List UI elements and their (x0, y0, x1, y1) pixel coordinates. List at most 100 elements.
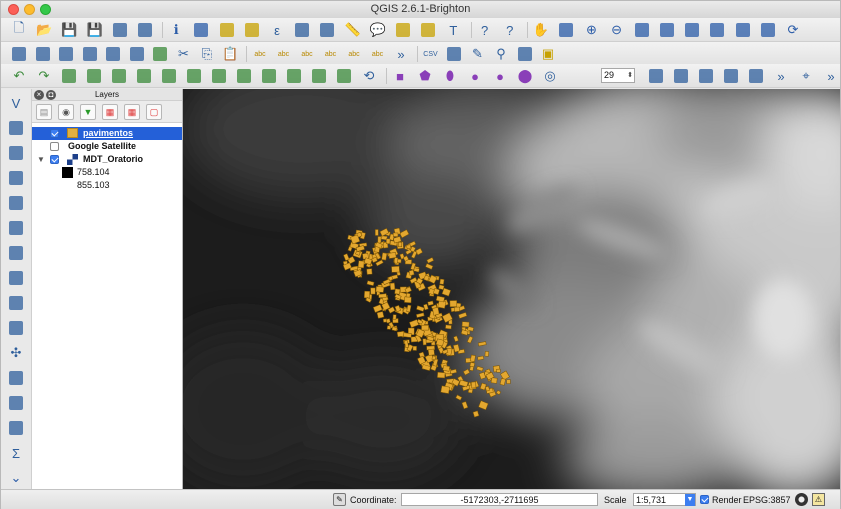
split-parts-icon[interactable] (285, 67, 303, 85)
sticky-note-icon[interactable]: ▣ (539, 45, 557, 63)
move-feature-icon[interactable] (104, 45, 122, 63)
split-features-icon[interactable] (260, 67, 278, 85)
add-postgis-layer-icon[interactable] (7, 144, 25, 162)
vector-digitize-icon[interactable] (7, 394, 25, 412)
zoom-selection-icon[interactable] (683, 21, 701, 39)
add-vertex-icon[interactable] (722, 67, 740, 85)
close-window-button[interactable] (8, 4, 19, 15)
layer-item-mdt-oratorio[interactable]: ▼ MDT_Oratorio (32, 153, 182, 166)
open-project-icon[interactable]: 📂 (35, 21, 53, 39)
spiral-icon[interactable]: ◎ (541, 67, 559, 85)
cut-features-icon[interactable]: ✂ (175, 45, 193, 63)
reshape-icon[interactable] (210, 67, 228, 85)
layer-visibility-checkbox[interactable] (50, 129, 59, 138)
crs-globe-icon[interactable] (795, 493, 808, 506)
messages-icon[interactable]: ✎ (333, 493, 346, 506)
whats-this-icon[interactable]: ? (501, 21, 519, 39)
add-part-icon[interactable] (110, 67, 128, 85)
add-ring-icon[interactable] (85, 67, 103, 85)
composer-manager-icon[interactable] (136, 21, 154, 39)
open-street-map-icon[interactable] (445, 45, 463, 63)
add-group-icon[interactable]: ▤ (36, 104, 52, 120)
refresh-icon[interactable]: ⟳ (784, 21, 802, 39)
close-panel-icon[interactable]: × (34, 90, 44, 100)
new-print-composer-icon[interactable] (111, 21, 129, 39)
expression-icon[interactable]: ε (268, 21, 286, 39)
delete-selected-icon[interactable] (151, 45, 169, 63)
redo-icon[interactable]: ↷ (35, 67, 53, 85)
attribute-table-icon[interactable] (293, 21, 311, 39)
new-project-icon[interactable]: 🗋 (10, 20, 28, 39)
zoom-last-icon[interactable] (708, 21, 726, 39)
expand-all-icon[interactable]: ▦ (102, 104, 118, 120)
new-bookmark-icon[interactable] (394, 21, 412, 39)
maximize-window-button[interactable] (40, 4, 51, 15)
crs-status[interactable]: EPSG:3857 (743, 495, 791, 505)
expand-arrow-icon[interactable]: ▼ (37, 153, 45, 166)
add-delimited-text-icon[interactable] (7, 294, 25, 312)
add-raster-layer-icon[interactable] (7, 119, 25, 137)
map-canvas[interactable] (183, 89, 840, 489)
current-edits-icon[interactable] (10, 45, 28, 63)
label-move-icon[interactable]: abc (322, 45, 340, 63)
digitize-icon[interactable]: ✎ (469, 45, 487, 63)
zoom-spinbox[interactable]: 29 ⬍ (601, 68, 635, 83)
raster-calc-icon[interactable] (7, 419, 25, 437)
coordinate-field[interactable]: -5172303,-2711695 (401, 493, 598, 506)
render-checkbox[interactable] (700, 495, 709, 504)
zoom-select-icon[interactable] (192, 21, 210, 39)
rotate-point-icon[interactable]: ⟲ (360, 67, 378, 85)
show-bookmarks-icon[interactable] (419, 21, 437, 39)
remove-layer-icon[interactable]: ▢ (146, 104, 162, 120)
layer-visibility-checkbox[interactable] (50, 142, 59, 151)
add-wcs-layer-icon[interactable] (7, 244, 25, 262)
label-rotate-icon[interactable]: abc (345, 45, 363, 63)
zoom-layer-icon[interactable] (658, 21, 676, 39)
paste-features-icon[interactable]: 📋 (222, 45, 240, 63)
identify-icon[interactable]: ℹ (167, 21, 185, 39)
zoom-out-icon[interactable]: ⊖ (608, 21, 626, 39)
georeferencer-icon[interactable] (7, 369, 25, 387)
zoom-full-icon[interactable] (633, 21, 651, 39)
label-pin-icon[interactable]: abc (275, 45, 293, 63)
save-as-icon[interactable]: 💾 (86, 21, 104, 39)
label-icon[interactable]: abc (251, 45, 269, 63)
merge-features-icon[interactable] (310, 67, 328, 85)
regular-shape-icon[interactable]: ⬟ (416, 67, 434, 85)
save-project-icon[interactable]: 💾 (60, 21, 78, 39)
offset-curve-icon[interactable] (235, 67, 253, 85)
measure-icon[interactable]: 📏 (344, 21, 362, 39)
sum-icon[interactable]: Σ (7, 444, 25, 462)
add-layer-icon[interactable] (747, 67, 765, 85)
paste-style-icon[interactable] (697, 67, 715, 85)
save-edits-icon[interactable] (57, 45, 75, 63)
pan-icon[interactable]: ✋ (532, 21, 550, 39)
text-annotation-icon[interactable]: T (444, 21, 462, 39)
deselect-icon[interactable] (243, 21, 261, 39)
add-mssql-layer-icon[interactable] (7, 194, 25, 212)
layer-settings-icon[interactable] (647, 67, 665, 85)
map-tips-icon[interactable]: 💬 (369, 21, 387, 39)
undo-icon[interactable]: ↶ (10, 67, 28, 85)
label-change-icon[interactable]: abc (369, 45, 387, 63)
scale-combobox[interactable]: 1:5,731 ▼ (633, 493, 696, 506)
expand-icon[interactable]: ⌄ (7, 469, 25, 487)
add-vector-layer-icon[interactable]: V (7, 94, 25, 112)
filter-legend-icon[interactable]: ▼ (80, 104, 96, 120)
ellipse-filled-icon[interactable]: ⬤ (516, 67, 534, 85)
tracing-icon[interactable]: ⌖ (797, 67, 815, 85)
add-spatialite-layer-icon[interactable] (7, 169, 25, 187)
node-tool-icon[interactable] (128, 45, 146, 63)
add-wfs-layer-icon[interactable] (7, 269, 25, 287)
toggle-editing-icon[interactable] (34, 45, 52, 63)
spinbox-arrows-icon[interactable]: ⬍ (627, 69, 633, 82)
add-feature-icon[interactable] (81, 45, 99, 63)
simplify-icon[interactable] (60, 67, 78, 85)
plugin-icon[interactable] (516, 45, 534, 63)
rectangle-icon[interactable]: ■ (391, 67, 409, 85)
layer-item-google-satellite[interactable]: Google Satellite (32, 140, 182, 153)
chevron-down-icon[interactable]: ▼ (685, 494, 695, 506)
float-panel-icon[interactable]: ◘ (46, 90, 56, 100)
layer-visibility-checkbox[interactable] (50, 155, 59, 164)
new-shapefile-icon[interactable] (7, 319, 25, 337)
